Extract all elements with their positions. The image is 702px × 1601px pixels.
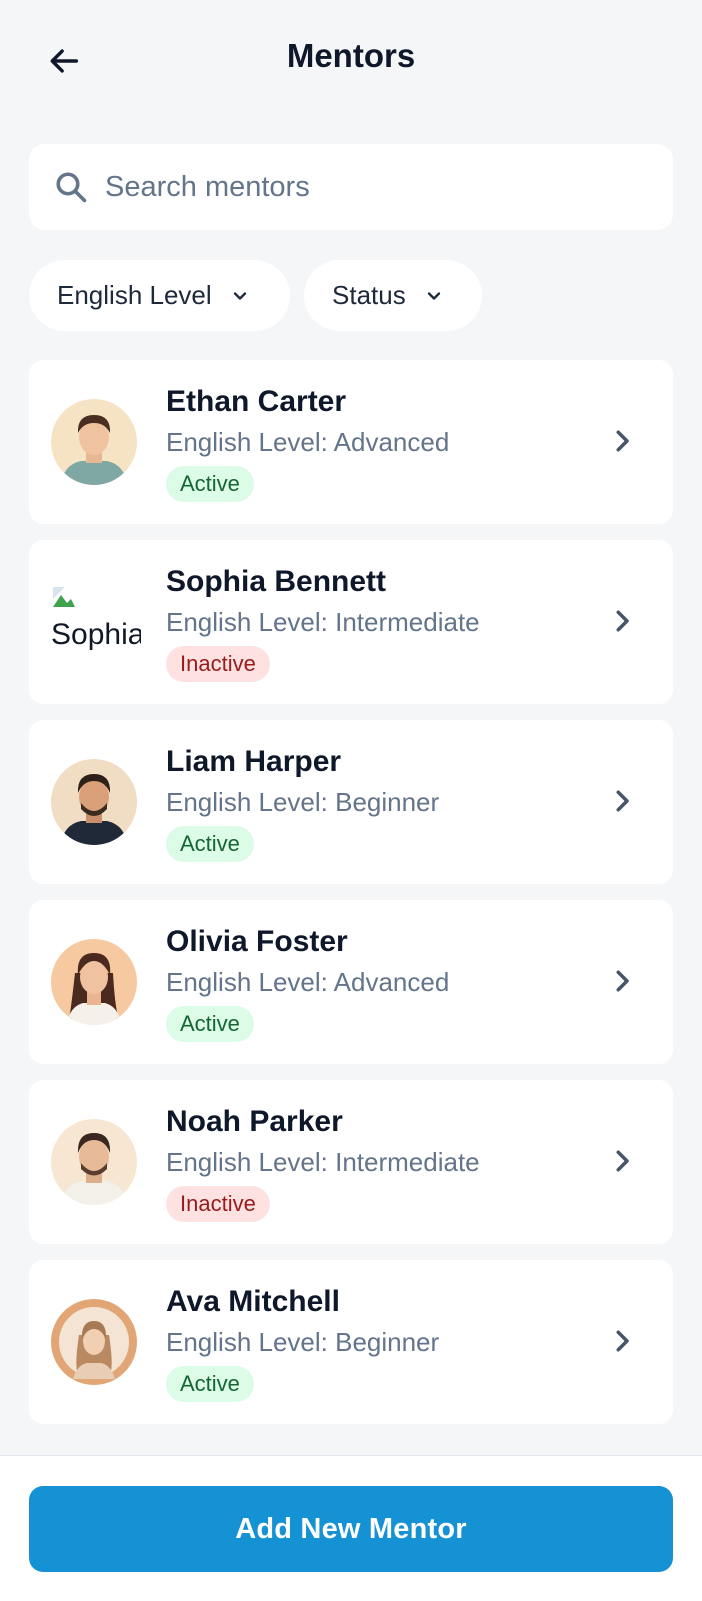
status-badge: Inactive (166, 646, 270, 682)
broken-image-icon (53, 587, 75, 607)
chevron-right-icon (616, 610, 629, 632)
chevron-right-icon (616, 430, 629, 452)
status-badge: Inactive (166, 1186, 270, 1222)
avatar (51, 759, 137, 845)
chevron-right-icon (616, 1150, 629, 1172)
mentor-card[interactable]: Olivia Foster English Level: Advanced Ac… (29, 900, 673, 1064)
mentor-card[interactable]: Liam Harper English Level: Beginner Acti… (29, 720, 673, 884)
avatar (51, 399, 137, 485)
chevron-right-icon (616, 970, 629, 992)
mentor-name: Liam Harper (166, 745, 342, 778)
mentor-card[interactable]: Noah Parker English Level: Intermediate … (29, 1080, 673, 1244)
chevron-down-icon (230, 286, 250, 306)
status-badge: Active (166, 1006, 254, 1042)
status-badge: Active (166, 1366, 254, 1402)
filter-status-label: Status (332, 280, 406, 310)
mentor-card[interactable]: Ava Mitchell English Level: Beginner Act… (29, 1260, 673, 1424)
mentor-english-level: English Level: Intermediate (166, 607, 480, 637)
status-badge: Active (166, 826, 254, 862)
mentor-name: Noah Parker (166, 1105, 343, 1138)
footer-bar: Add New Mentor (0, 1455, 702, 1601)
filter-english-level-label: English Level (57, 280, 212, 310)
add-new-mentor-button[interactable]: Add New Mentor (29, 1486, 673, 1572)
chevron-right-icon (616, 1330, 629, 1352)
mentor-english-level: English Level: Beginner (166, 787, 440, 817)
app-header: Mentors (0, 0, 702, 118)
filter-english-level[interactable]: English Level (29, 260, 290, 331)
mentor-name: Ethan Carter (166, 385, 347, 418)
mentor-english-level: English Level: Advanced (166, 967, 450, 997)
mentor-card[interactable]: Sophia Sophia Bennett English Level: Int… (29, 540, 673, 704)
chevron-right-icon (616, 790, 629, 812)
filter-status[interactable]: Status (304, 260, 482, 331)
mentor-card[interactable]: Ethan Carter English Level: Advanced Act… (29, 360, 673, 524)
mentor-english-level: English Level: Advanced (166, 427, 450, 457)
avatar-alt-text: Sophia (51, 618, 141, 651)
chevron-down-icon (424, 286, 444, 306)
mentor-english-level: English Level: Beginner (166, 1327, 440, 1357)
avatar (51, 1119, 137, 1205)
avatar: Sophia (51, 585, 141, 655)
mentor-english-level: English Level: Intermediate (166, 1147, 480, 1177)
search-bar[interactable] (29, 144, 673, 230)
mentor-name: Ava Mitchell (166, 1285, 340, 1318)
status-badge: Active (166, 466, 254, 502)
avatar (51, 1299, 137, 1385)
page-title: Mentors (286, 37, 416, 74)
search-input[interactable] (103, 169, 647, 205)
search-icon (53, 167, 93, 207)
filter-bar: English Level Status (29, 260, 482, 331)
avatar (51, 939, 137, 1025)
mentor-name: Olivia Foster (166, 925, 348, 958)
mentor-name: Sophia Bennett (166, 565, 387, 598)
